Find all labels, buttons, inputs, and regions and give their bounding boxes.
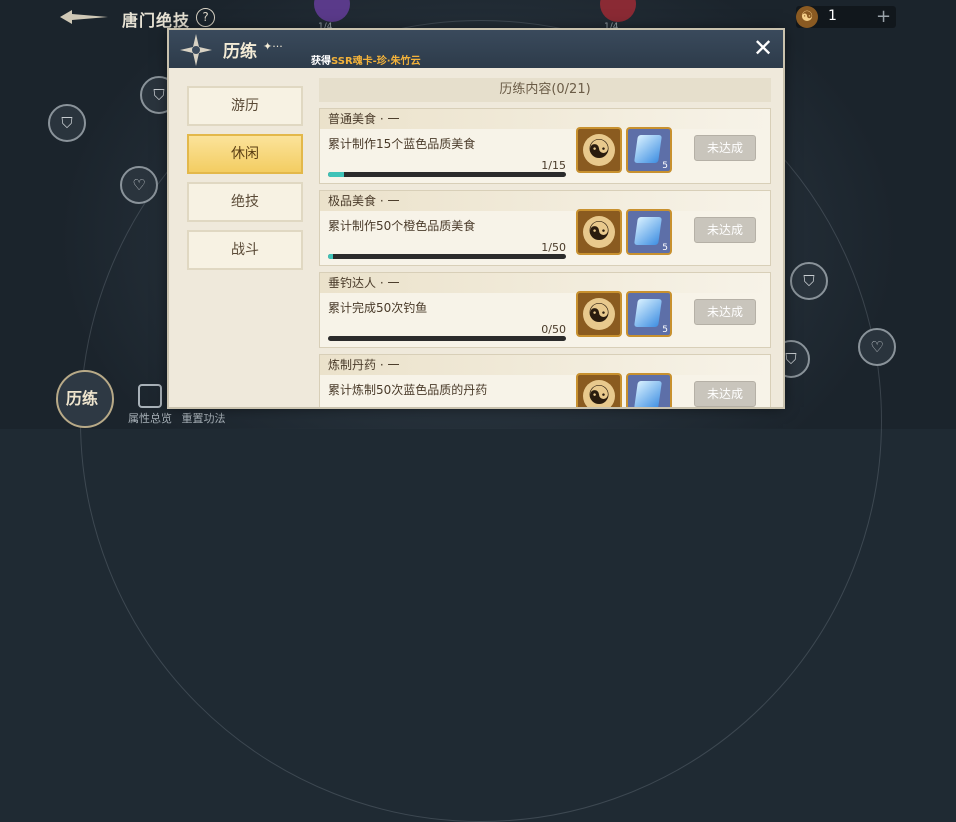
task-name: 极品美食 · 一	[320, 191, 770, 211]
task-item: 极品美食 · 一 累计制作50个橙色品质美食 1/50 ☯ 5 未达成	[319, 190, 771, 266]
currency-counter: ☯ 1 +	[796, 6, 896, 28]
training-dialog: 历练 ✦··· ✕ 获得SSR魂卡-珍·朱竹云 游历 休闲 绝技 战斗 历练内容…	[169, 30, 783, 407]
reset-skills-link[interactable]: 重置功法	[182, 412, 226, 425]
progress-fill	[328, 254, 333, 259]
gem-icon	[634, 381, 662, 407]
gem-icon	[634, 135, 662, 163]
coin-icon: ☯	[796, 6, 818, 28]
compass-star-icon	[180, 34, 212, 66]
not-achieved-button[interactable]: 未达成	[694, 381, 756, 407]
task-item: 普通美食 · 一 累计制作15个蓝色品质美食 1/15 ☯ 5 未达成	[319, 108, 771, 184]
task-count: 1/15	[541, 159, 566, 172]
gem-reward-icon[interactable]: 5	[626, 209, 672, 255]
training-button[interactable]: 历练	[56, 370, 114, 428]
dialog-title: 历练	[223, 42, 257, 62]
help-icon[interactable]: ?	[196, 8, 215, 27]
task-description: 累计炼制50次蓝色品质的丹药	[328, 383, 488, 397]
gem-reward-icon[interactable]: 5	[626, 291, 672, 337]
progress-bar	[328, 336, 566, 341]
task-name: 普通美食 · 一	[320, 109, 770, 129]
yinyang-reward-icon[interactable]: ☯	[576, 209, 622, 255]
progress-bar	[328, 254, 566, 259]
yinyang-icon: ☯	[583, 216, 615, 248]
heart-icon[interactable]: ♡	[858, 328, 896, 366]
page-title: 唐门绝技	[122, 11, 191, 30]
avatar-right[interactable]: 1/4	[600, 0, 636, 32]
tab-leisure[interactable]: 休闲	[187, 134, 303, 174]
yinyang-reward-icon[interactable]: ☯	[576, 127, 622, 173]
title-ornament: ✦···	[263, 40, 283, 53]
task-count: 1/50	[541, 241, 566, 254]
heart-icon[interactable]: ♡	[120, 166, 158, 204]
training-label: 历练	[66, 389, 99, 408]
task-count: 0/50	[541, 323, 566, 336]
content-header: 历练内容(0/21)	[319, 78, 771, 102]
task-description: 累计制作50个橙色品质美食	[328, 219, 476, 233]
currency-value: 1	[828, 8, 837, 24]
gem-reward-icon[interactable]: 5	[626, 373, 672, 407]
task-name: 炼制丹药 · 一	[320, 355, 770, 375]
progress-bar	[328, 172, 566, 177]
close-icon[interactable]: ✕	[751, 36, 775, 60]
back-arrow-icon[interactable]	[58, 8, 110, 26]
not-achieved-button[interactable]: 未达成	[694, 299, 756, 325]
tab-travel[interactable]: 游历	[187, 86, 303, 126]
task-description: 累计制作15个蓝色品质美食	[328, 137, 476, 151]
attribute-overview-link[interactable]: 属性总览	[128, 412, 172, 425]
yinyang-icon: ☯	[583, 380, 615, 407]
task-description: 累计完成50次钓鱼	[328, 301, 428, 315]
overview-icon[interactable]	[138, 384, 162, 408]
task-item: 炼制丹药 · 一 累计炼制50次蓝色品质的丹药 ☯ 5 未达成	[319, 354, 771, 407]
not-achieved-button[interactable]: 未达成	[694, 217, 756, 243]
top-bar: 唐门绝技 ? 1/4 1/4 ☯ 1 +	[0, 0, 956, 34]
notice-prefix: 获得	[311, 56, 331, 67]
notice-banner: 获得SSR魂卡-珍·朱竹云	[311, 52, 421, 67]
shield-icon[interactable]: ⛉	[790, 262, 828, 300]
yinyang-icon: ☯	[583, 298, 615, 330]
task-item: 垂钓达人 · 一 累计完成50次钓鱼 0/50 ☯ 5 未达成	[319, 272, 771, 348]
dialog-body: 游历 休闲 绝技 战斗 历练内容(0/21) 普通美食 · 一 累计制作15个蓝…	[169, 68, 783, 407]
avatar-left[interactable]: 1/4	[314, 0, 350, 32]
gem-reward-icon[interactable]: 5	[626, 127, 672, 173]
reward-quantity: 5	[662, 161, 668, 171]
reward-quantity: 5	[662, 243, 668, 253]
dialog-header: 历练 ✦··· ✕	[169, 30, 783, 68]
not-achieved-button[interactable]: 未达成	[694, 135, 756, 161]
yinyang-reward-icon[interactable]: ☯	[576, 373, 622, 407]
notice-highlight: SSR魂卡-珍·朱竹云	[331, 56, 421, 67]
reward-quantity: 5	[662, 325, 668, 335]
yinyang-icon: ☯	[583, 134, 615, 166]
tab-skills[interactable]: 绝技	[187, 182, 303, 222]
yinyang-reward-icon[interactable]: ☯	[576, 291, 622, 337]
progress-fill	[328, 172, 344, 177]
bottom-links: 属性总览 重置功法	[128, 410, 232, 426]
gem-icon	[634, 217, 662, 245]
shield-icon[interactable]: ⛉	[48, 104, 86, 142]
task-list[interactable]: 历练内容(0/21) 普通美食 · 一 累计制作15个蓝色品质美食 1/15 ☯…	[319, 78, 771, 407]
task-name: 垂钓达人 · 一	[320, 273, 770, 293]
gem-icon	[634, 299, 662, 327]
category-tabs: 游历 休闲 绝技 战斗	[187, 86, 303, 278]
add-currency-button[interactable]: +	[876, 6, 891, 27]
tab-battle[interactable]: 战斗	[187, 230, 303, 270]
